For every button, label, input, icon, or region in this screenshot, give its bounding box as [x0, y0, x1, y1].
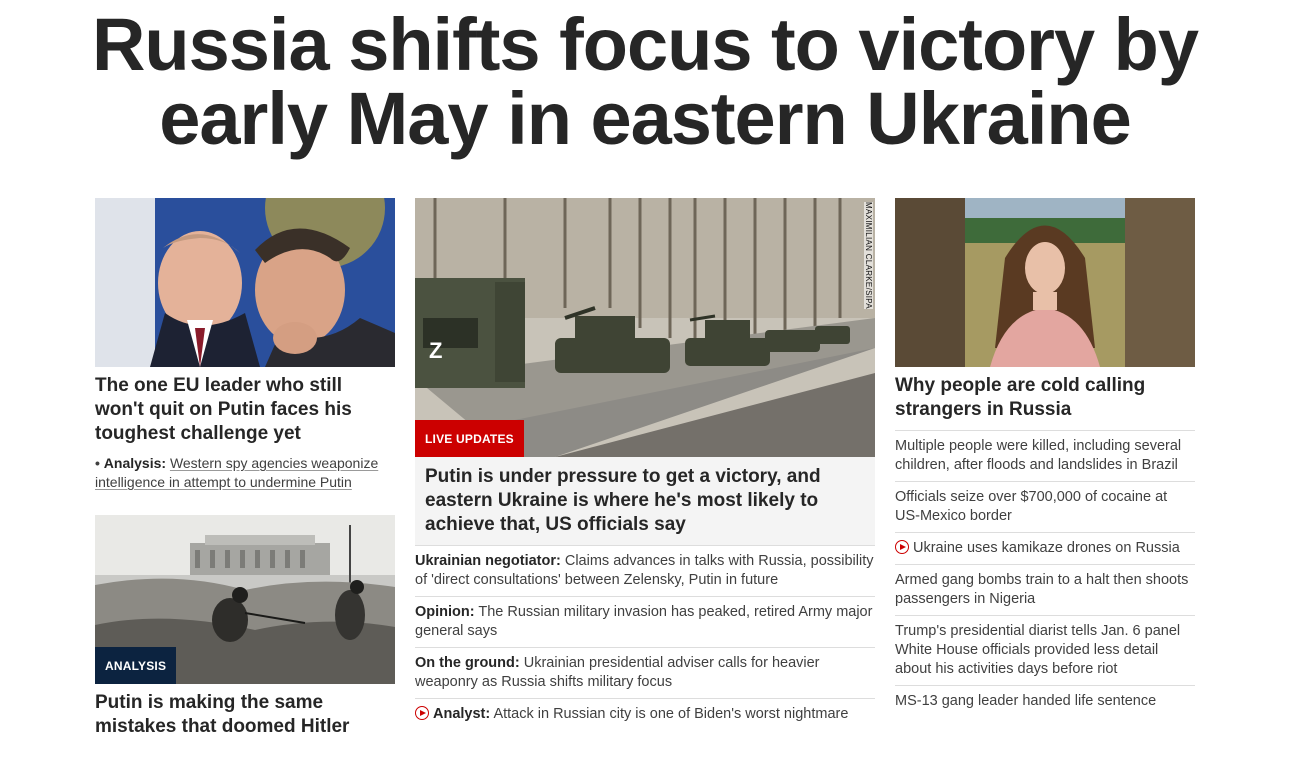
analysis-badge: ANALYSIS [95, 647, 177, 684]
list-item[interactable]: Multiple people were killed, including s… [895, 430, 1195, 481]
left-column: The one EU leader who still won't quit o… [95, 198, 395, 739]
eu-leader-story-image[interactable] [95, 198, 395, 367]
main-headline[interactable]: Russia shifts focus to victory by early … [0, 8, 1290, 156]
list-item[interactable]: Ukraine uses kamikaze drones on Russia [895, 532, 1195, 564]
cold-calling-story-title[interactable]: Why people are cold calling strangers in… [895, 374, 1195, 422]
list-item[interactable]: Ukrainian negotiator: Claims advances in… [415, 545, 875, 596]
list-item[interactable]: Analyst: Attack in Russian city is one o… [415, 698, 875, 730]
bullet-mark: • [95, 455, 100, 471]
list-item[interactable]: Trump's presidential diarist tells Jan. … [895, 615, 1195, 685]
right-story-list: Multiple people were killed, including s… [895, 430, 1195, 717]
svg-text:Z: Z [429, 338, 442, 363]
item-text: Officials seize over $700,000 of cocaine… [895, 489, 1168, 524]
list-item[interactable]: Opinion: The Russian military invasion h… [415, 596, 875, 647]
hitler-story-title[interactable]: Putin is making the same mistakes that d… [95, 691, 395, 739]
item-text: Ukraine uses kamikaze drones on Russia [913, 540, 1180, 556]
tanks-story-image[interactable]: Z MAXIMILIAN CLARKE/SIPA LIVE UPDATES [415, 198, 875, 457]
play-video-icon [415, 706, 429, 720]
analysis-label: Analysis: [103, 455, 167, 471]
item-lead: Opinion: [415, 604, 475, 620]
item-text: The Russian military invasion has peaked… [415, 604, 873, 639]
live-updates-badge: LIVE UPDATES [415, 420, 524, 457]
list-item[interactable]: Officials seize over $700,000 of cocaine… [895, 481, 1195, 532]
item-lead: Ukrainian negotiator: [415, 553, 561, 569]
center-column: Z MAXIMILIAN CLARKE/SIPA LIVE UPDATES Pu… [415, 198, 875, 730]
item-text: Attack in Russian city is one of Biden's… [493, 706, 849, 722]
eu-leader-story-title[interactable]: The one EU leader who still won't quit o… [95, 374, 395, 446]
eu-leader-story-sublink[interactable]: • Analysis: Western spy agencies weaponi… [95, 454, 395, 492]
list-item[interactable]: On the ground: Ukrainian presidential ad… [415, 647, 875, 698]
putin-pressure-story-title[interactable]: Putin is under pressure to get a victory… [415, 457, 875, 545]
item-text: MS-13 gang leader handed life sentence [895, 693, 1157, 709]
item-lead: Analyst: [433, 706, 491, 722]
hitler-story-image[interactable]: ANALYSIS [95, 515, 395, 684]
item-text: Trump's presidential diarist tells Jan. … [895, 623, 1181, 677]
cold-calling-story-image[interactable] [895, 198, 1195, 367]
center-story-list: Ukrainian negotiator: Claims advances in… [415, 545, 875, 730]
photo-credit: MAXIMILIAN CLARKE/SIPA [864, 202, 873, 309]
play-video-icon [895, 540, 909, 554]
item-text: Multiple people were killed, including s… [895, 438, 1182, 473]
list-item[interactable]: MS-13 gang leader handed life sentence [895, 685, 1195, 717]
list-item[interactable]: Armed gang bombs train to a halt then sh… [895, 564, 1195, 615]
item-text: Armed gang bombs train to a halt then sh… [895, 572, 1189, 607]
right-column: Why people are cold calling strangers in… [895, 198, 1195, 717]
item-lead: On the ground: [415, 655, 520, 671]
